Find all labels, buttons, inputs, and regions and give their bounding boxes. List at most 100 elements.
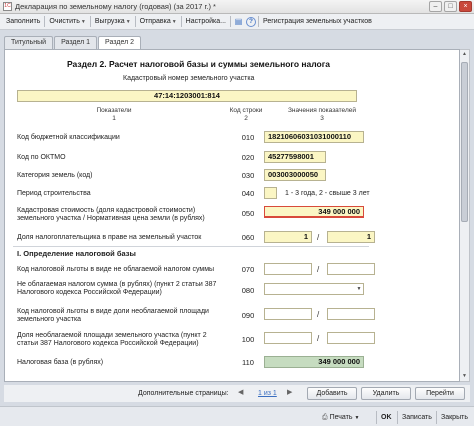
scroll-down-icon[interactable]: ▼ <box>460 372 469 381</box>
window-titlebar: 1С Декларация по земельному налогу (годо… <box>0 0 474 14</box>
tax-base-label: Налоговая база (в рублях) <box>17 359 104 366</box>
land-category-field[interactable]: 003003000050 <box>264 169 326 181</box>
land-registry-button[interactable]: Регистрация земельных участков <box>260 16 375 28</box>
export-button[interactable]: Выгрузка▼ <box>92 16 134 28</box>
maximize-icon[interactable]: □ <box>444 1 457 12</box>
window-title: Декларация по земельному налогу (годовая… <box>15 2 216 11</box>
col-header-indicators: Показатели 1 <box>69 107 159 122</box>
delete-page-button[interactable]: Удалить <box>361 387 411 400</box>
send-button-label: Отправка <box>139 17 171 25</box>
goto-page-label: Перейти <box>426 390 454 397</box>
close-button[interactable]: Закрыть <box>436 411 468 424</box>
prev-page-icon[interactable]: ◀ <box>238 388 248 398</box>
exempt-area-code-slash: / <box>317 310 320 319</box>
exempt-sum-code: 080 <box>241 286 255 295</box>
exempt-code-label: Код налоговой льготы в виде не облагаемо… <box>17 266 215 273</box>
col-header-indicators-num: 1 <box>112 114 116 122</box>
col-header-code-label: Код строки <box>229 107 263 114</box>
goto-page-button[interactable]: Перейти <box>415 387 465 400</box>
tab-section-1[interactable]: Раздел 1 <box>54 36 98 49</box>
chevron-down-icon: ▼ <box>125 18 131 25</box>
save-button[interactable]: Записать <box>397 411 432 424</box>
ok-button[interactable]: OK <box>376 411 392 424</box>
toolbar-separator <box>180 16 182 27</box>
exempt-code-code: 070 <box>241 265 255 274</box>
construction-period-field[interactable] <box>264 187 277 199</box>
exempt-code-field-2[interactable] <box>327 263 375 275</box>
share-numerator-field[interactable]: 1 <box>264 231 312 243</box>
toolbar: Заполнить Очистить▼ Выгрузка▼ Отправка▼ … <box>0 14 474 30</box>
fill-button-label: Заполнить <box>6 17 41 25</box>
exempt-area-share-field[interactable] <box>264 332 312 344</box>
share-slash: / <box>317 233 320 242</box>
tab-title-page[interactable]: Титульный <box>4 36 54 49</box>
section-title: Раздел 2. Расчет налоговой базы и суммы … <box>67 59 331 69</box>
ok-button-label: OK <box>381 414 392 421</box>
exempt-area-share-code: 100 <box>241 335 255 344</box>
exempt-area-code-label: Код налоговой льготы в виде доли необлаг… <box>17 308 209 323</box>
share-code: 060 <box>241 233 255 242</box>
section-tabs: Титульный Раздел 1 Раздел 2 <box>4 36 142 50</box>
cadastral-cost-code: 050 <box>241 209 255 218</box>
tax-base-field: 349 000 000 <box>264 356 364 368</box>
exempt-area-code-field[interactable] <box>264 308 312 320</box>
exempt-area-share-label: Доля необлагаемой площади земельного уча… <box>17 332 207 347</box>
chevron-down-icon: ▼ <box>171 18 177 25</box>
minimize-icon[interactable]: – <box>429 1 442 12</box>
cadastral-cost-field[interactable]: 349 000 000 <box>264 206 364 218</box>
kbk-label: Код бюджетной классификации <box>17 134 120 141</box>
clear-button[interactable]: Очистить▼ <box>46 16 88 28</box>
chevron-down-icon[interactable]: ▼ <box>355 285 363 293</box>
add-page-button[interactable]: Добавить <box>307 387 357 400</box>
exempt-code-field[interactable] <box>264 263 312 275</box>
exempt-sum-field[interactable] <box>264 283 364 295</box>
kbk-code: 010 <box>241 133 255 142</box>
bottom-action-bar: ⎙ Печать ▼ OK Записать Закрыть <box>0 406 474 426</box>
doc-icon[interactable]: ▤ <box>233 16 244 27</box>
exempt-code-slash: / <box>317 265 320 274</box>
close-icon[interactable]: × <box>459 1 472 12</box>
scrollbar-thumb[interactable] <box>461 62 468 222</box>
next-page-icon[interactable]: ▶ <box>287 388 297 398</box>
vertical-scrollbar[interactable]: ▲ ▼ <box>460 49 470 382</box>
col-header-values-label: Значения показателей <box>288 107 356 114</box>
print-button[interactable]: ⎙ Печать ▼ <box>322 411 359 424</box>
fill-button[interactable]: Заполнить <box>3 16 43 28</box>
settings-button-label: Настройка... <box>185 17 226 25</box>
export-button-label: Выгрузка <box>94 17 125 25</box>
print-button-label: Печать <box>329 414 353 421</box>
exempt-sum-label: Не облагаемая налогом сумма (в рублях) (… <box>17 281 217 296</box>
form-panel: Раздел 2. Расчет налоговой базы и суммы … <box>4 49 460 382</box>
settings-button[interactable]: Настройка... <box>183 16 229 28</box>
tab-section-2[interactable]: Раздел 2 <box>98 36 142 50</box>
share-label: Доля налогоплательщика в праве на земель… <box>17 234 202 241</box>
oktmo-field[interactable]: 45277598001 <box>264 151 326 163</box>
help-icon[interactable]: ? <box>245 16 256 27</box>
chevron-down-icon: ▼ <box>80 18 86 25</box>
delete-page-label: Удалить <box>372 390 400 397</box>
oktmo-label: Код по ОКТМО <box>17 154 66 161</box>
cadastral-number-field[interactable]: 47:14:1203001:814 <box>17 90 357 102</box>
col-header-code: Код строки 2 <box>226 107 266 122</box>
toolbar-separator <box>44 16 46 27</box>
clear-button-label: Очистить <box>49 17 80 25</box>
cadastral-label: Кадастровый номер земельного участка <box>123 75 255 82</box>
additional-pages-label: Дополнительные страницы: <box>138 390 229 397</box>
toolbar-separator <box>134 16 136 27</box>
toolbar-separator <box>229 16 231 27</box>
exempt-area-share-slash: / <box>317 334 320 343</box>
divider <box>13 246 369 247</box>
exempt-area-code-field-2[interactable] <box>327 308 375 320</box>
land-registry-button-label: Регистрация земельных участков <box>262 17 372 25</box>
page-indicator[interactable]: 1 из 1 <box>258 390 277 398</box>
oktmo-code: 020 <box>241 153 255 162</box>
save-button-label: Записать <box>402 414 432 421</box>
send-button[interactable]: Отправка▼ <box>137 16 180 28</box>
exempt-area-share-field-2[interactable] <box>327 332 375 344</box>
share-denominator-field[interactable]: 1 <box>327 231 375 243</box>
scroll-up-icon[interactable]: ▲ <box>460 50 469 59</box>
col-header-indicators-label: Показатели <box>96 107 132 114</box>
kbk-field[interactable]: 18210606031031000110 <box>264 131 364 143</box>
close-button-label: Закрыть <box>441 414 468 421</box>
cadastral-cost-label: Кадастровая стоимость (доля кадастровой … <box>17 207 205 222</box>
